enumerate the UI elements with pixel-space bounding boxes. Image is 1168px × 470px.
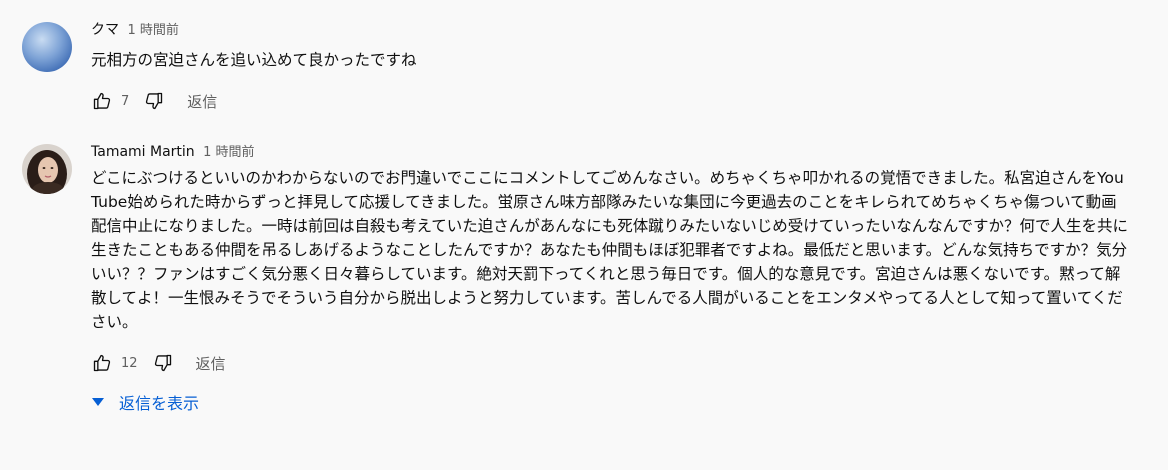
- show-replies-button[interactable]: 返信を表示: [91, 390, 1128, 414]
- like-count: 12: [121, 355, 138, 371]
- comment-body: Tamami Martin 1 時間前 どこにぶつけるといいのかわからないのでお…: [91, 138, 1128, 414]
- comments-section: クマ 1 時間前 元相方の宮迫さんを追い込めて良かったですね 7 返信 Tama…: [0, 0, 1168, 470]
- avatar[interactable]: [22, 22, 72, 72]
- dislike-button[interactable]: [143, 90, 165, 112]
- comment-actions: 7 返信: [91, 86, 1128, 116]
- comment-header: クマ 1 時間前: [91, 16, 1128, 44]
- comment-author[interactable]: Tamami Martin: [91, 144, 195, 160]
- comment-text: どこにぶつけるといいのかわからないのでお門違いでここにコメントしてごめんなさい。…: [91, 169, 1128, 331]
- thumbs-up-icon: [93, 92, 111, 110]
- thumbs-up-icon: [93, 354, 111, 372]
- show-replies-label: 返信を表示: [119, 394, 200, 413]
- like-button[interactable]: [91, 90, 113, 112]
- thumbs-down-icon: [154, 354, 171, 372]
- comment-time[interactable]: 1 時間前: [127, 23, 178, 38]
- thumbs-down-icon: [146, 92, 163, 110]
- caret-down-icon: [92, 398, 104, 406]
- like-count: 7: [121, 93, 130, 109]
- comment-body: クマ 1 時間前 元相方の宮迫さんを追い込めて良かったですね 7 返信: [91, 16, 1128, 116]
- like-button[interactable]: [91, 352, 113, 374]
- comment-actions: 12 返信: [91, 348, 1128, 378]
- comment-text: 元相方の宮迫さんを追い込めて良かったですね: [91, 51, 417, 69]
- dislike-button[interactable]: [152, 352, 174, 374]
- comment-header: Tamami Martin 1 時間前: [91, 138, 1128, 166]
- avatar[interactable]: [22, 144, 72, 194]
- comment-time[interactable]: 1 時間前: [203, 145, 254, 160]
- comment-author[interactable]: クマ: [91, 22, 119, 38]
- reply-button[interactable]: 返信: [187, 91, 217, 112]
- reply-button[interactable]: 返信: [196, 353, 226, 374]
